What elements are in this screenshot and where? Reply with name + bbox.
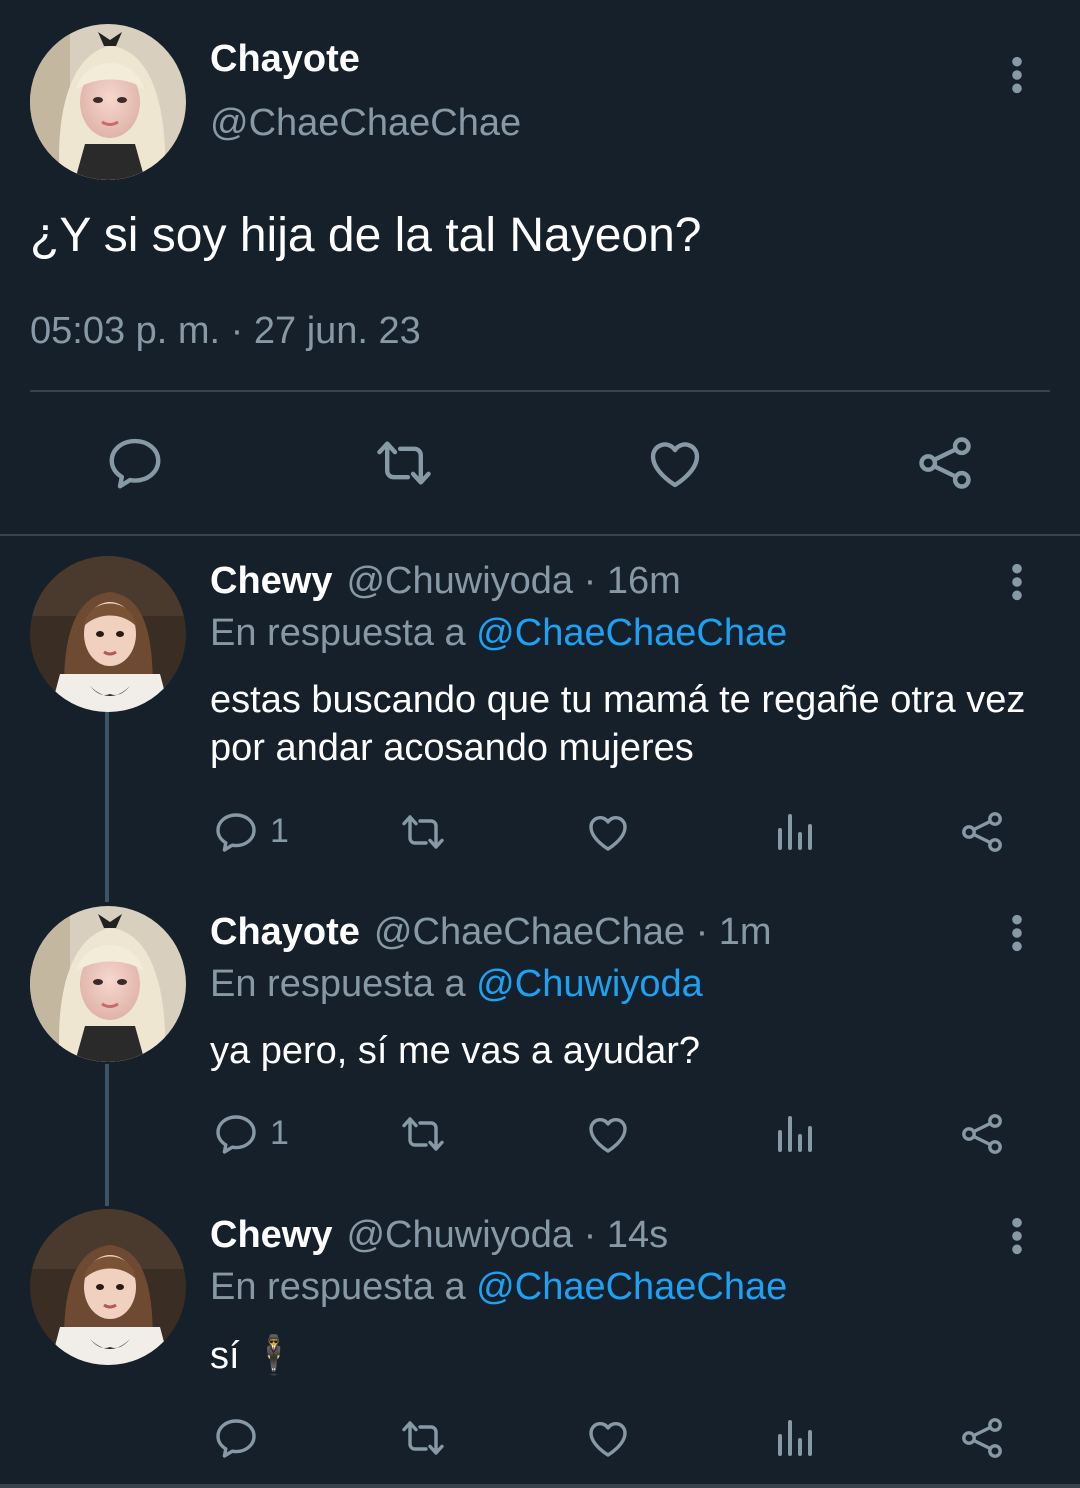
more-options-icon[interactable] bbox=[1007, 913, 1027, 963]
avatar-chayote[interactable] bbox=[30, 906, 186, 1062]
more-options-icon[interactable] bbox=[1007, 1216, 1027, 1266]
replying-prefix: En respuesta a bbox=[210, 963, 477, 1005]
analytics-icon[interactable] bbox=[772, 1414, 820, 1462]
like-icon[interactable] bbox=[584, 1110, 632, 1158]
replying-to: En respuesta a @ChaeChaeChae bbox=[210, 1266, 787, 1309]
reply-handle-time[interactable]: @Chuwiyoda · 16m bbox=[346, 560, 680, 602]
reply-count: 1 bbox=[270, 812, 289, 850]
retweet-icon[interactable] bbox=[398, 808, 448, 856]
retweet-icon[interactable] bbox=[372, 432, 436, 494]
reply-icon[interactable] bbox=[212, 808, 260, 856]
share-icon[interactable] bbox=[958, 808, 1006, 856]
replying-prefix: En respuesta a bbox=[210, 612, 477, 654]
thread-line bbox=[105, 712, 109, 902]
avatar-chewy[interactable] bbox=[30, 556, 186, 712]
mention-link[interactable]: @Chuwiyoda bbox=[476, 963, 703, 1005]
reply-icon[interactable] bbox=[104, 432, 166, 494]
reply-header: Chewy @Chuwiyoda · 16m bbox=[210, 560, 681, 603]
reply-icon[interactable] bbox=[212, 1110, 260, 1158]
divider bbox=[0, 534, 1080, 536]
retweet-icon[interactable] bbox=[398, 1110, 448, 1158]
like-icon[interactable] bbox=[584, 1414, 632, 1462]
more-options-icon[interactable] bbox=[1007, 55, 1027, 105]
reply-author-name[interactable]: Chayote bbox=[210, 911, 360, 953]
tweet-timestamp[interactable]: 05:03 p. m. · 27 jun. 23 bbox=[30, 310, 421, 353]
mention-link[interactable]: @ChaeChaeChae bbox=[476, 1266, 787, 1308]
retweet-icon[interactable] bbox=[398, 1414, 448, 1462]
reply-header: Chewy @Chuwiyoda · 14s bbox=[210, 1214, 668, 1257]
reply-icon[interactable] bbox=[212, 1414, 260, 1462]
replying-prefix: En respuesta a bbox=[210, 1266, 477, 1308]
tweet-text: ¿Y si soy hija de la tal Nayeon? bbox=[30, 209, 702, 262]
avatar-chayote[interactable] bbox=[30, 24, 186, 180]
reply-author-name[interactable]: Chewy bbox=[210, 560, 332, 602]
more-options-icon[interactable] bbox=[1007, 562, 1027, 612]
reply-handle-time[interactable]: @Chuwiyoda · 14s bbox=[346, 1214, 668, 1256]
reply-text: sí 🕴 bbox=[210, 1335, 298, 1377]
author-name[interactable]: Chayote bbox=[210, 38, 360, 81]
reply-header: Chayote @ChaeChaeChae · 1m bbox=[210, 911, 772, 954]
reply-text: ya pero, sí me vas a ayudar? bbox=[210, 1030, 701, 1072]
analytics-icon[interactable] bbox=[772, 1110, 820, 1158]
like-icon[interactable] bbox=[584, 808, 632, 856]
reply-count: 1 bbox=[270, 1114, 289, 1152]
thread-line bbox=[105, 1064, 109, 1206]
reply-handle-time[interactable]: @ChaeChaeChae · 1m bbox=[374, 911, 772, 953]
reply-author-name[interactable]: Chewy bbox=[210, 1214, 332, 1256]
like-icon[interactable] bbox=[644, 432, 706, 494]
mention-link[interactable]: @ChaeChaeChae bbox=[476, 612, 787, 654]
divider bbox=[0, 1484, 1080, 1488]
author-handle[interactable]: @ChaeChaeChae bbox=[210, 102, 521, 145]
replying-to: En respuesta a @ChaeChaeChae bbox=[210, 612, 787, 655]
avatar-chewy[interactable] bbox=[30, 1209, 186, 1365]
share-icon[interactable] bbox=[914, 432, 976, 494]
share-icon[interactable] bbox=[958, 1110, 1006, 1158]
reply-text: estas buscando que tu mamá te regañe otr… bbox=[210, 679, 1026, 769]
divider bbox=[30, 390, 1050, 392]
analytics-icon[interactable] bbox=[772, 808, 820, 856]
share-icon[interactable] bbox=[958, 1414, 1006, 1462]
replying-to: En respuesta a @Chuwiyoda bbox=[210, 963, 703, 1006]
